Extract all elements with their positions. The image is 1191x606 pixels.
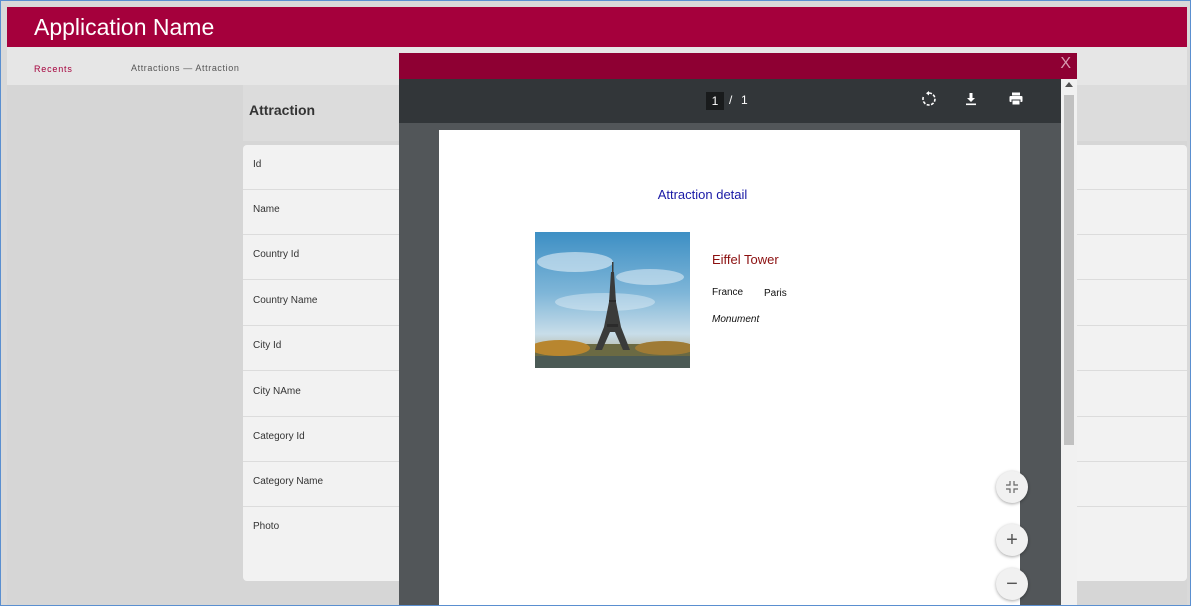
app-title: Application Name bbox=[34, 14, 215, 40]
breadcrumb-path: Attractions — Attraction bbox=[131, 63, 240, 73]
city-name: Paris bbox=[764, 288, 787, 299]
print-icon-graphic bbox=[1009, 92, 1023, 106]
app-header: Application Name bbox=[7, 7, 1187, 47]
app-window: Application Name Recents Attractions — A… bbox=[0, 0, 1191, 606]
page-total: 1 bbox=[741, 93, 748, 107]
attraction-name: Eiffel Tower bbox=[712, 252, 779, 267]
attraction-photo bbox=[535, 232, 690, 368]
scroll-thumb[interactable] bbox=[1064, 95, 1074, 445]
rotate-icon[interactable] bbox=[919, 91, 939, 111]
download-icon-graphic bbox=[966, 93, 976, 106]
eiffel-tower-image bbox=[535, 252, 690, 368]
pdf-modal: X 1 / 1 Attraction detail Eiffel Tower F… bbox=[399, 53, 1077, 605]
scrollbar[interactable] bbox=[1061, 79, 1077, 605]
country-name: France bbox=[712, 287, 744, 298]
page-number-input[interactable]: 1 bbox=[706, 92, 724, 110]
scroll-up-arrow-icon[interactable] bbox=[1065, 82, 1073, 87]
page-title: Attraction bbox=[249, 102, 316, 118]
pdf-viewer: 1 / 1 Attraction detail Eiffel Tower Fra… bbox=[399, 79, 1061, 605]
pdf-page: Attraction detail Eiffel Tower France Pa… bbox=[439, 130, 1020, 605]
fit-page-icon bbox=[1006, 481, 1018, 493]
download-icon[interactable] bbox=[961, 91, 981, 111]
zoom-out-button[interactable]: − bbox=[996, 568, 1028, 600]
page-separator: / bbox=[729, 93, 733, 107]
modal-header: X bbox=[399, 53, 1077, 79]
pdf-toolbar: 1 / 1 bbox=[399, 79, 1061, 123]
zoom-in-button[interactable]: + bbox=[996, 524, 1028, 556]
close-button[interactable]: X bbox=[1060, 55, 1071, 73]
category-name: Monument bbox=[712, 314, 760, 325]
print-icon[interactable] bbox=[1006, 91, 1026, 111]
fit-page-button[interactable] bbox=[996, 471, 1028, 503]
field-label: Country Name bbox=[253, 295, 318, 306]
field-label: City NAme bbox=[253, 386, 301, 397]
field-label: Category Name bbox=[253, 476, 324, 487]
field-label: City Id bbox=[253, 340, 282, 351]
field-label: Id bbox=[253, 159, 262, 170]
field-label: Photo bbox=[253, 521, 280, 532]
field-label: Country Id bbox=[253, 249, 300, 260]
field-label: Category Id bbox=[253, 431, 305, 442]
field-label: Name bbox=[253, 204, 280, 215]
rotate-icon-graphic bbox=[922, 91, 936, 106]
recents-link[interactable]: Recents bbox=[34, 64, 73, 74]
document-heading: Attraction detail bbox=[657, 187, 748, 202]
